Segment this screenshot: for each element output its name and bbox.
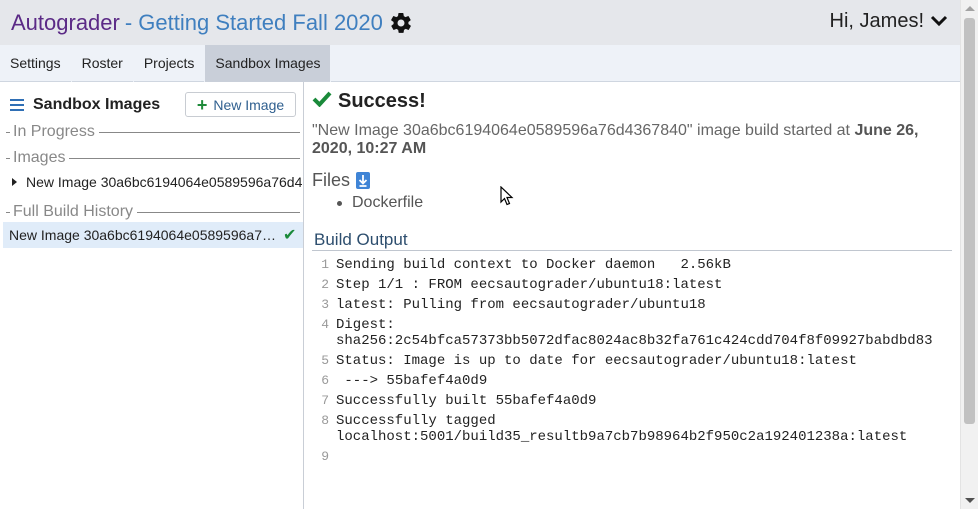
nav-tabs: Settings Roster Projects Sandbox Images — [0, 45, 960, 82]
output-line: 4 Digest: sha256:2c54bfca57373bb5072dfac8… — [312, 317, 952, 349]
app-header: Autograder - Getting Started Fall 2020 H… — [0, 0, 960, 45]
line-text: Successfully built 55bafef4a0d9 — [336, 393, 597, 409]
tab-roster[interactable]: Roster — [72, 45, 134, 82]
line-text: ---> 55bafef4a0d9 — [336, 373, 488, 389]
user-greeting: Hi, James! — [829, 10, 924, 32]
user-menu[interactable]: Hi, James! — [830, 10, 948, 33]
line-number: 9 — [321, 449, 329, 464]
line-number: 1 — [321, 257, 329, 272]
status-text: Success! — [338, 90, 426, 112]
line-number: 8 — [321, 413, 329, 428]
line-text: latest: Pulling from eecsautograder/ubun… — [336, 297, 706, 313]
bullet — [337, 200, 342, 206]
output-line: 9 — [312, 449, 952, 465]
line-number: 4 — [321, 317, 329, 332]
image-list-item[interactable]: New Image 30a6bc6194064e0589596a76d43678… — [12, 172, 302, 192]
sidebar: Sandbox Images + New Image In Progress I… — [0, 82, 304, 509]
line-text: Sending build context to Docker daemon 2… — [336, 257, 731, 273]
output-line: 1 Sending build context to Docker daemon … — [312, 257, 952, 273]
output-line: 8 Successfully tagged localhost:5001/buil… — [312, 413, 952, 445]
line-number: 6 — [321, 373, 329, 388]
new-image-label: New Image — [213, 96, 285, 113]
check-icon: ✔ — [283, 227, 297, 244]
download-icon[interactable] — [356, 172, 371, 189]
line-number: 7 — [321, 393, 329, 408]
tab-projects[interactable]: Projects — [134, 45, 206, 82]
build-output: 1 Sending build context to Docker daemon … — [312, 257, 952, 469]
output-line: 5 Status: Image is up to date for eecsaut… — [312, 353, 952, 369]
section-in-progress: In Progress — [6, 122, 300, 142]
section-label: Images — [13, 149, 66, 166]
history-list-item[interactable]: New Image 30a6bc6194064e0589596a76d43678… — [3, 222, 303, 248]
sidebar-header: Sandbox Images + New Image — [10, 92, 302, 118]
plus-icon: + — [196, 94, 208, 115]
sidebar-title: Sandbox Images — [33, 96, 161, 113]
files-heading: Files — [312, 170, 371, 191]
menu-icon[interactable] — [10, 99, 24, 111]
image-label: New Image 30a6bc6194064e0589596a76d43678… — [26, 174, 302, 190]
line-text: Digest: sha256:2c54bfca57373bb5072dfac80… — [336, 317, 933, 349]
line-number: 5 — [321, 353, 329, 368]
build-output-title: Build Output — [314, 230, 408, 249]
page-scrollbar[interactable] — [960, 0, 978, 509]
scrollbar-thumb[interactable] — [964, 18, 975, 424]
course-title[interactable]: - Getting Started Fall 2020 — [125, 10, 383, 36]
scroll-down-arrow-icon[interactable] — [965, 498, 975, 503]
file-list-item[interactable]: Dockerfile — [337, 194, 423, 212]
tab-sandbox-images[interactable]: Sandbox Images — [205, 45, 332, 82]
mouse-cursor-icon — [500, 186, 514, 206]
divider — [312, 250, 952, 251]
line-text: Step 1/1 : FROM eecsautograder/ubuntu18:… — [336, 277, 723, 293]
line-number: 2 — [321, 277, 329, 292]
section-full-build-history: Full Build History — [6, 202, 300, 222]
brand-title[interactable]: Autograder — [11, 10, 120, 36]
line-number: 3 — [321, 297, 329, 312]
line-text: Status: Image is up to date for eecsauto… — [336, 353, 857, 369]
history-label: New Image 30a6bc6194064e0589596a76d43678… — [9, 227, 277, 243]
check-icon — [312, 91, 332, 112]
line-text: Successfully tagged localhost:5001/build… — [336, 413, 908, 445]
section-label: Full Build History — [13, 203, 134, 220]
new-image-button[interactable]: + New Image — [185, 92, 296, 117]
file-name: Dockerfile — [352, 194, 424, 211]
chevron-down-icon — [930, 10, 948, 33]
section-label: In Progress — [13, 123, 95, 140]
tab-settings[interactable]: Settings — [0, 45, 72, 82]
main-panel: Success! "New Image 30a6bc6194064e058959… — [305, 82, 960, 509]
output-line: 7 Successfully built 55bafef4a0d9 — [312, 393, 952, 409]
scroll-up-arrow-icon[interactable] — [965, 6, 975, 11]
section-images: Images — [6, 148, 300, 168]
gear-icon[interactable] — [389, 11, 413, 35]
status-heading: Success! — [312, 90, 426, 113]
build-message-text: "New Image 30a6bc6194064e0589596a76d4367… — [312, 122, 855, 139]
caret-right-icon — [12, 178, 17, 186]
files-label: Files — [312, 170, 351, 190]
output-line: 2 Step 1/1 : FROM eecsautograder/ubuntu18… — [312, 277, 952, 293]
build-message: "New Image 30a6bc6194064e0589596a76d4367… — [312, 122, 952, 158]
output-line: 6 ---> 55bafef4a0d9 — [312, 373, 952, 389]
output-line: 3 latest: Pulling from eecsautograder/ubu… — [312, 297, 952, 313]
